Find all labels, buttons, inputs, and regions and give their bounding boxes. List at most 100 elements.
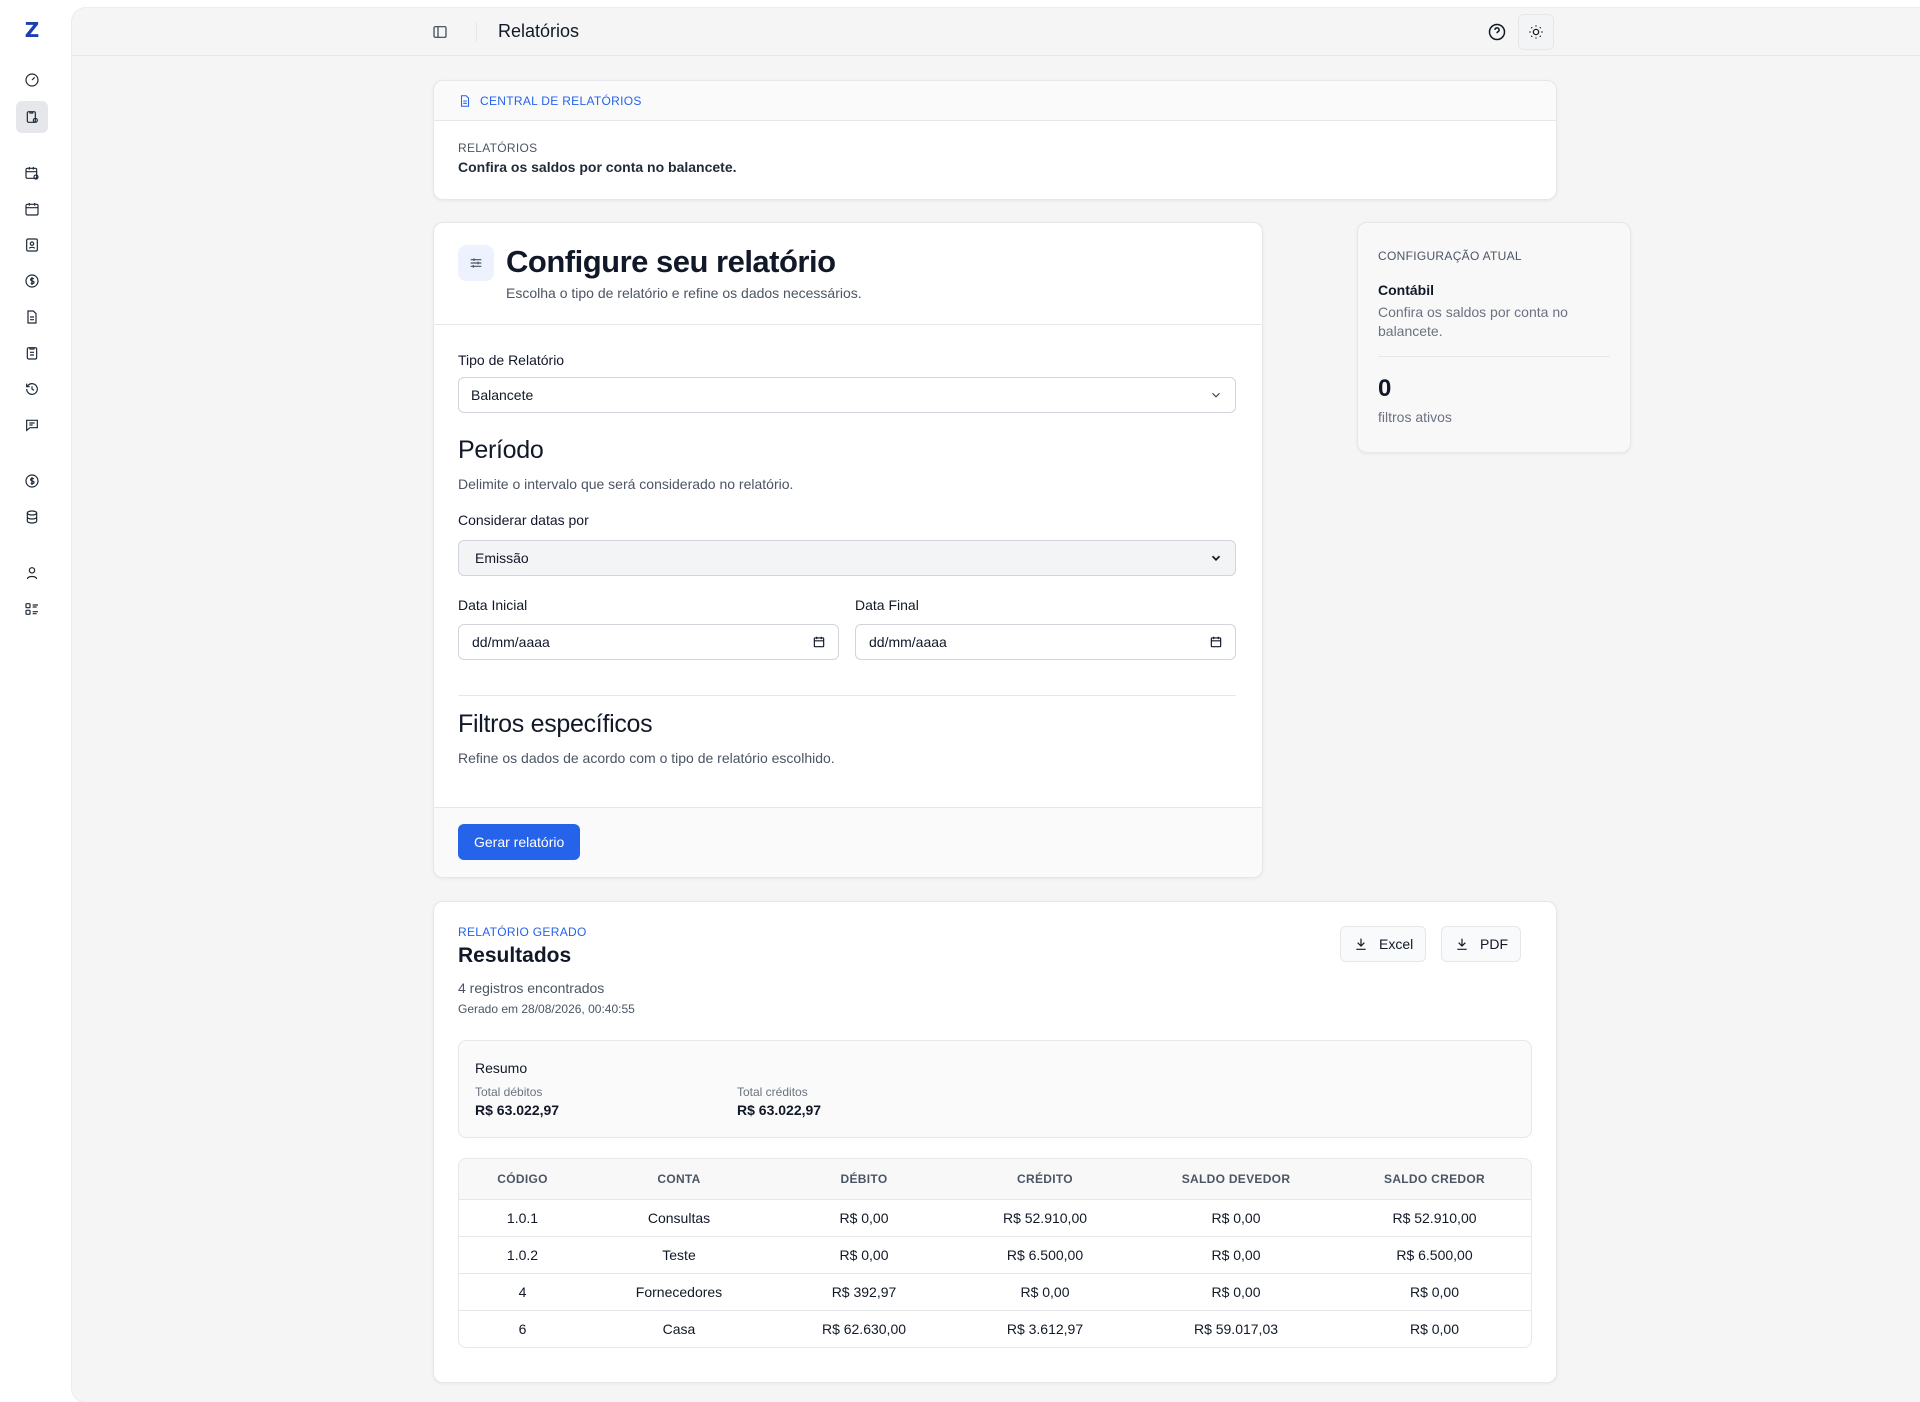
user-icon [26, 567, 38, 580]
results-table: CÓDIGO CONTA DÉBITO CRÉDITO SALDO DEVEDO… [458, 1158, 1532, 1348]
column-header[interactable]: CRÉDITO [956, 1159, 1134, 1200]
configure-footer: Gerar relatório [434, 807, 1262, 877]
app-logo[interactable]: Z [22, 20, 42, 40]
table-row: 1.0.1 Consultas R$ 0,00 R$ 52.910,00 R$ … [459, 1199, 1531, 1237]
nav-contacts[interactable] [16, 229, 48, 261]
period-description: Delimite o intervalo que será considerad… [458, 476, 794, 492]
nav-dashboard[interactable] [16, 64, 48, 96]
nav-finance[interactable] [16, 265, 48, 297]
table-cell: R$ 6.500,00 [1338, 1236, 1531, 1274]
document-icon [27, 310, 37, 324]
table-cell: R$ 62.630,00 [821, 1320, 907, 1337]
main-panel: Relatórios CENTRAL DE RELATÓRIOS RELATÓR… [72, 8, 1920, 1402]
column-header[interactable]: DÉBITO [772, 1159, 956, 1200]
calendar-icon[interactable] [1209, 635, 1223, 649]
table-cell: 1.0.1 [459, 1199, 586, 1237]
sliders-icon [470, 258, 482, 268]
export-excel-button[interactable]: Excel [1340, 926, 1427, 962]
column-header[interactable]: SALDO DEVEDOR [1134, 1159, 1338, 1200]
calendar-clock-icon [25, 167, 39, 180]
nav-calendar[interactable] [16, 193, 48, 225]
export-excel-label: Excel [1379, 936, 1414, 952]
table-cell: R$ 0,00 [772, 1199, 956, 1237]
file-text-icon [460, 94, 470, 107]
chevron-down-icon [1209, 551, 1223, 565]
current-config-type: Contábil [1378, 282, 1434, 298]
table-cell: R$ 0,00 [1134, 1236, 1338, 1274]
current-config-eyebrow: CONFIGURAÇÃO ATUAL [1378, 249, 1522, 263]
table-cell: R$ 52.910,00 [956, 1199, 1134, 1237]
table-cell: Consultas [586, 1199, 772, 1237]
theme-toggle-button[interactable] [1518, 14, 1554, 50]
clipboard-icon [26, 347, 38, 360]
start-date-input[interactable]: dd/mm/aaaa [458, 624, 839, 660]
sidebar: Z [0, 0, 72, 1402]
table-cell: Fornecedores [586, 1273, 772, 1311]
calendar-icon[interactable] [812, 635, 826, 649]
column-header[interactable]: CÓDIGO [459, 1159, 586, 1200]
nav-reports[interactable] [16, 101, 48, 133]
nav-schedule[interactable] [16, 157, 48, 189]
results-generated-at: Gerado em 28/08/2026, 00:40:55 [458, 1002, 635, 1016]
nav-messages[interactable] [16, 409, 48, 441]
logo-letter: Z [24, 18, 40, 42]
current-config-description: Confira os saldos por conta no balancete… [1378, 304, 1568, 339]
central-description: Confira os saldos por conta no balancete… [458, 159, 737, 175]
table-cell: Teste [586, 1236, 772, 1274]
database-icon [26, 510, 38, 524]
table-cell: R$ 3.612,97 [1006, 1320, 1084, 1337]
current-config-divider [1378, 356, 1610, 357]
dashboard-icon [25, 73, 39, 87]
help-button[interactable] [1485, 20, 1509, 44]
report-central-header: CENTRAL DE RELATÓRIOS [434, 81, 1556, 121]
column-header[interactable]: SALDO CREDOR [1338, 1159, 1531, 1200]
sun-icon [1529, 25, 1543, 39]
end-date-input[interactable]: dd/mm/aaaa [855, 624, 1236, 660]
nav-user[interactable] [16, 557, 48, 589]
table-cell: R$ 0,00 [1338, 1273, 1531, 1311]
total-credits-label: Total créditos [737, 1085, 808, 1099]
nav-clipboard[interactable] [16, 337, 48, 369]
start-date-placeholder: dd/mm/aaaa [472, 634, 550, 650]
calendar-icon [25, 203, 39, 216]
dates-by-select[interactable]: Emissão [458, 540, 1236, 576]
chevron-down-icon [1209, 388, 1223, 402]
table-header-row: CÓDIGO CONTA DÉBITO CRÉDITO SALDO DEVEDO… [459, 1159, 1531, 1200]
column-header[interactable]: CONTA [586, 1159, 772, 1200]
topbar: Relatórios [72, 8, 1920, 56]
settings-sliders-badge [458, 245, 494, 281]
table-cell: R$ 6.500,00 [956, 1236, 1134, 1274]
dates-by-value: Emissão [475, 550, 529, 566]
dates-by-label: Considerar datas por [458, 512, 589, 528]
results-title: Resultados [458, 944, 572, 967]
help-circle-icon [1488, 23, 1506, 41]
table-cell: R$ 0,00 [1409, 1320, 1460, 1337]
table-cell: R$ 0,00 [772, 1236, 956, 1274]
configure-header: Configure seu relatório Escolha o tipo d… [434, 223, 1262, 325]
table-cell: R$ 0,00 [1134, 1199, 1338, 1237]
current-config-card: CONFIGURAÇÃO ATUAL Contábil Confira os s… [1357, 222, 1631, 453]
results-card: RELATÓRIO GERADO Resultados 4 registros … [433, 901, 1557, 1383]
report-type-select[interactable]: Balancete [458, 377, 1236, 413]
export-pdf-button[interactable]: PDF [1441, 926, 1521, 962]
end-date-label: Data Final [855, 597, 919, 613]
total-debits-label: Total débitos [475, 1085, 543, 1099]
nav-documents[interactable] [16, 301, 48, 333]
report-central-card: CENTRAL DE RELATÓRIOS RELATÓRIOS Confira… [433, 80, 1557, 200]
sidebar-toggle-button[interactable] [432, 24, 448, 40]
download-icon [1457, 938, 1467, 950]
configure-title: Configure seu relatório [506, 244, 836, 279]
list-checks-icon [25, 603, 38, 615]
summary-box: Resumo Total débitos R$ 63.022,97 Total … [458, 1040, 1532, 1138]
topbar-divider [476, 22, 477, 42]
table-cell: R$ 392,97 [772, 1273, 956, 1311]
filters-description: Refine os dados de acordo com o tipo de … [458, 750, 835, 766]
nav-billing[interactable] [16, 465, 48, 497]
generate-report-button[interactable]: Gerar relatório [458, 824, 581, 860]
nav-history[interactable] [16, 373, 48, 405]
active-filters-label: filtros ativos [1378, 409, 1452, 425]
currency-icon [25, 474, 39, 488]
nav-database[interactable] [16, 501, 48, 533]
active-filters-count: 0 [1378, 375, 1392, 402]
nav-tasks[interactable] [16, 593, 48, 625]
